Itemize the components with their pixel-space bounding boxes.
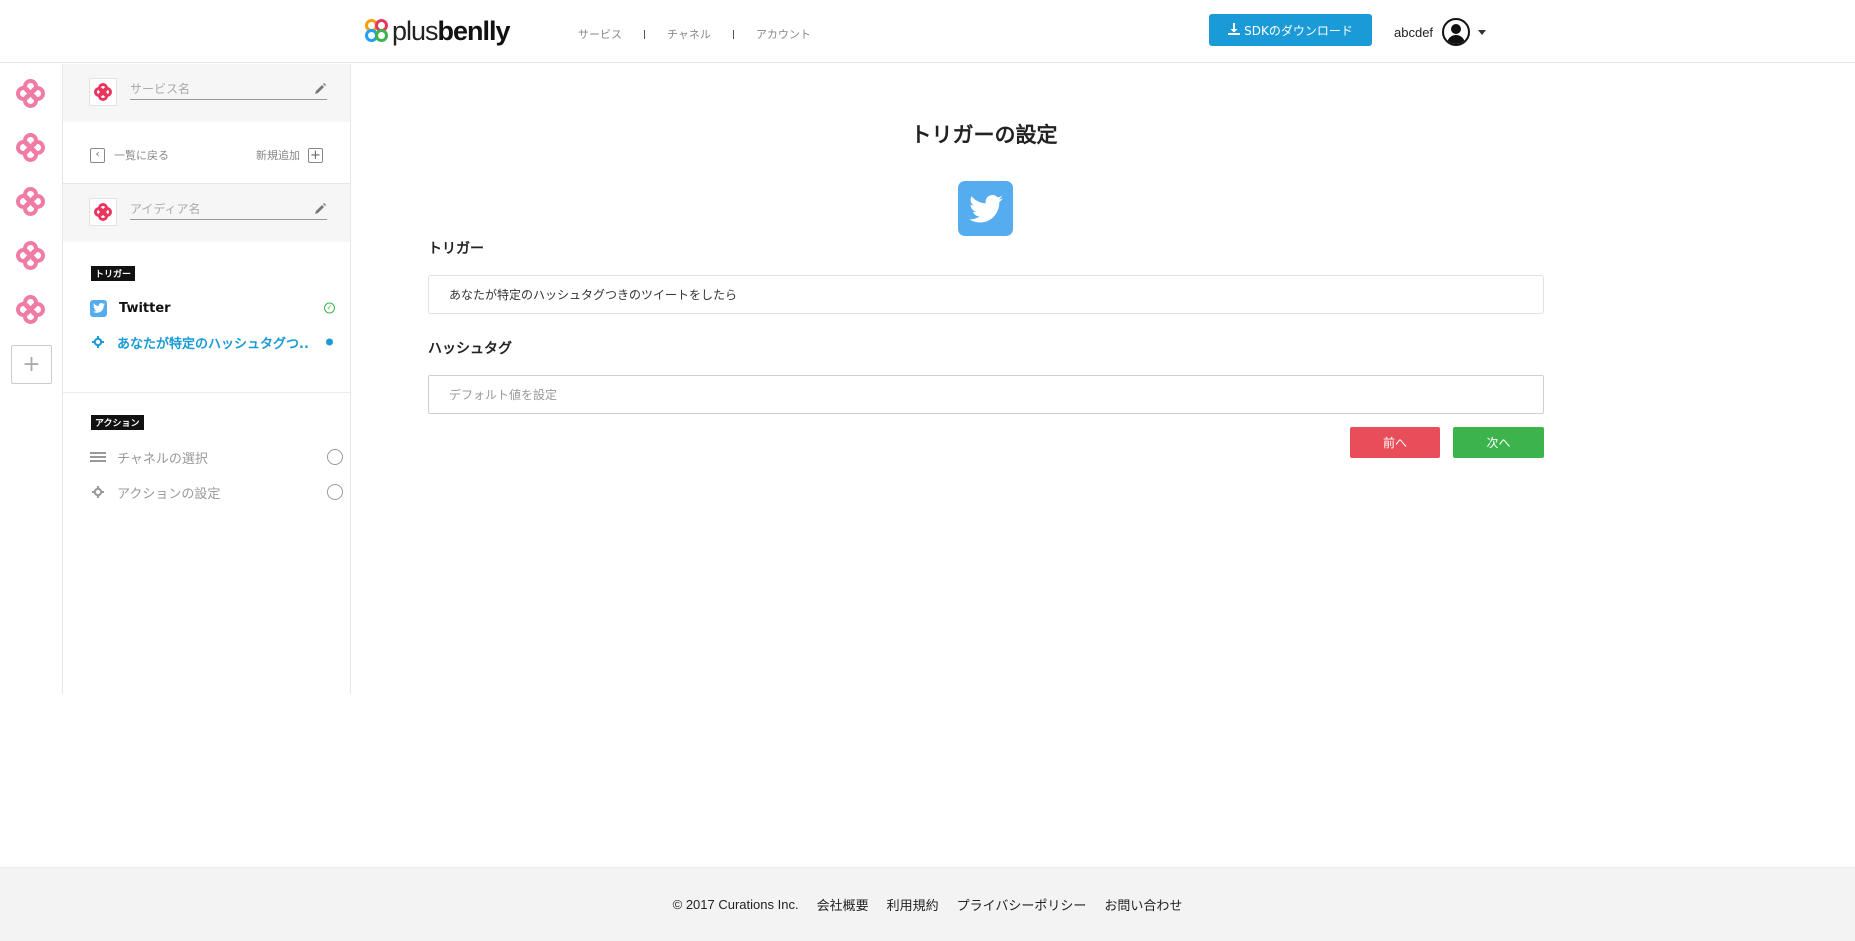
top-nav: サービス チャネル アカウント <box>578 26 811 42</box>
add-service-button[interactable]: + <box>11 345 52 384</box>
service-name-input[interactable] <box>130 78 327 100</box>
gear-icon <box>90 484 106 500</box>
service-name-row <box>63 64 350 122</box>
step-twitter-label: Twitter <box>119 300 171 316</box>
sdk-download-button[interactable]: SDKのダウンロード <box>1209 14 1372 46</box>
logo-text: plusbenlly <box>392 15 511 46</box>
service-knot-icon <box>16 295 46 325</box>
avatar-icon <box>1442 18 1471 46</box>
step-done-status: ✓ <box>324 302 335 314</box>
trigger-label: トリガー <box>428 241 484 257</box>
service-knot-icon <box>16 133 46 163</box>
service-knot-icon <box>94 83 112 101</box>
service-knot-icon <box>16 79 46 109</box>
empty-circle-icon <box>327 484 343 500</box>
step-active-status <box>326 338 335 346</box>
page-title: トリガーの設定 <box>910 123 1058 147</box>
trigger-value: あなたが特定のハッシュタグつきのツイートをしたら <box>428 275 1544 314</box>
service-rail: + <box>0 64 63 694</box>
next-button[interactable]: 次へ <box>1453 427 1544 458</box>
idea-logo <box>89 198 117 226</box>
back-to-list-label: 一覧に戻る <box>114 149 169 162</box>
username: abcdef <box>1394 24 1434 40</box>
footer: © 2017 Curations Inc. 会社概要 利用規約 プライバシーポリ… <box>0 867 1855 941</box>
prev-button[interactable]: 前へ <box>1350 427 1440 458</box>
rail-service-5[interactable] <box>11 290 51 330</box>
nav-service[interactable]: サービス <box>578 26 622 42</box>
nav-separator <box>732 29 734 39</box>
step-trigger-detail-label: あなたが特定のハッシュタグつ.. <box>117 336 309 352</box>
sidebar: ‹ 一覧に戻る 新規追加 + トリガー Twitter ✓ あなたが特定のハッシ… <box>63 64 351 694</box>
footer-link-terms[interactable]: 利用規約 <box>887 895 939 914</box>
service-knot-icon <box>16 241 46 271</box>
step-twitter[interactable]: Twitter ✓ <box>90 298 335 318</box>
service-logo <box>89 78 117 106</box>
download-icon <box>1228 22 1241 38</box>
caret-down-icon <box>1478 29 1487 35</box>
add-new-label: 新規追加 <box>256 149 300 162</box>
footer-link-company[interactable]: 会社概要 <box>817 895 869 914</box>
plusbenlly-logo[interactable]: plusbenlly <box>365 15 511 46</box>
copyright: © 2017 Curations Inc. <box>672 897 799 912</box>
header: plusbenlly サービス チャネル アカウント SDKのダウンロード ab… <box>0 0 1855 63</box>
hashtag-input[interactable] <box>428 375 1544 414</box>
rail-service-4[interactable] <box>11 236 51 276</box>
step-channel-select[interactable]: チャネルの選択 <box>90 447 343 467</box>
gear-icon <box>90 334 106 350</box>
empty-circle-icon <box>327 449 343 465</box>
step-action-settings-label: アクションの設定 <box>117 486 221 502</box>
step-trigger-detail[interactable]: あなたが特定のハッシュタグつ.. <box>90 332 335 352</box>
user-menu[interactable]: abcdef <box>1394 18 1487 46</box>
rail-service-1[interactable] <box>11 74 51 114</box>
nav-separator <box>644 29 645 39</box>
list-icon <box>90 449 106 465</box>
footer-link-contact[interactable]: お問い合わせ <box>1104 895 1182 914</box>
main-content: トリガーの設定 トリガー あなたが特定のハッシュタグつきのツイートをしたら ハッ… <box>352 64 1855 864</box>
service-knot-icon <box>16 187 46 217</box>
idea-name-input[interactable] <box>130 198 327 220</box>
rail-service-2[interactable] <box>11 128 51 168</box>
rail-service-3[interactable] <box>11 182 51 222</box>
trigger-section-badge: トリガー <box>91 266 136 281</box>
active-dot-icon <box>326 338 333 346</box>
pencil-icon[interactable] <box>313 202 327 216</box>
footer-link-privacy[interactable]: プライバシーポリシー <box>957 895 1087 914</box>
step-action-settings[interactable]: アクションの設定 <box>90 482 343 502</box>
sdk-download-label: SDKのダウンロード <box>1244 23 1353 38</box>
back-to-list-link[interactable]: ‹ 一覧に戻る <box>90 147 169 163</box>
service-knot-icon <box>94 203 112 221</box>
action-section-badge: アクション <box>91 415 144 430</box>
twitter-icon <box>90 299 107 317</box>
sidebar-nav: ‹ 一覧に戻る 新規追加 + <box>63 122 350 184</box>
idea-name-row <box>63 184 350 242</box>
add-new-link[interactable]: 新規追加 + <box>256 147 323 163</box>
nav-account[interactable]: アカウント <box>756 26 811 42</box>
section-divider <box>63 392 350 393</box>
check-circle-icon: ✓ <box>324 302 335 314</box>
nav-channel[interactable]: チャネル <box>667 26 711 42</box>
hashtag-label: ハッシュタグ <box>428 341 512 357</box>
plus-icon: + <box>22 352 41 377</box>
step-pending-status <box>327 484 343 500</box>
step-pending-status <box>327 449 343 465</box>
plus-icon: + <box>308 147 323 163</box>
step-channel-select-label: チャネルの選択 <box>117 451 208 467</box>
pencil-icon[interactable] <box>313 82 327 96</box>
logo-mark-icon <box>365 19 389 43</box>
twitter-logo-icon <box>958 181 1013 236</box>
chevron-left-icon: ‹ <box>90 147 105 163</box>
